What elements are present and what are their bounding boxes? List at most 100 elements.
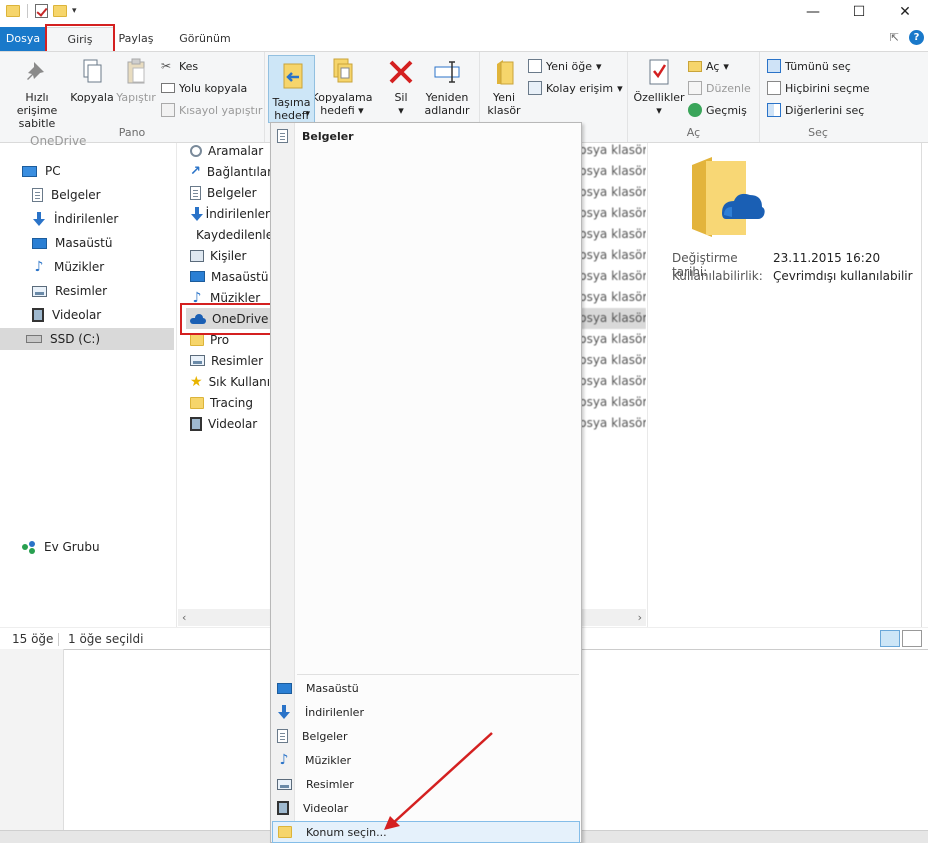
file-type: Dosya klasörü <box>580 143 646 157</box>
scroll-left-icon[interactable]: ‹ <box>182 611 186 624</box>
copy-path-button[interactable]: Yolu kopyala <box>161 79 247 97</box>
details-pane: Değiştirme tarihi: 23.11.2015 16:20 Kull… <box>647 143 921 627</box>
vertical-scrollbar[interactable] <box>921 143 928 628</box>
new-folder-icon[interactable] <box>53 5 67 17</box>
nav-desktop-label: Masaüstü <box>55 236 113 250</box>
list-item[interactable]: Aramalar <box>186 143 270 161</box>
window-controls: — ☐ ✕ <box>790 0 928 24</box>
list-item[interactable]: Resimler <box>186 350 270 371</box>
menu-item-desktop[interactable]: Masaüstü <box>272 677 580 699</box>
select-all-button[interactable]: Tümünü seç <box>767 57 851 75</box>
pin-quick-access-button[interactable]: Hızlı erişime sabitle <box>4 56 70 130</box>
nav-item-documents[interactable]: Belgeler <box>32 184 101 206</box>
folder-icon <box>6 5 20 17</box>
menu-videos-label: Videolar <box>303 801 349 815</box>
menu-item-recent-documents[interactable]: Belgeler <box>272 125 580 147</box>
copy-to-icon <box>327 56 357 88</box>
downloads-icon <box>190 206 203 221</box>
close-button[interactable]: ✕ <box>882 0 928 24</box>
properties-button[interactable]: Özellikler ▾ <box>632 56 686 117</box>
copy-icon <box>77 56 107 88</box>
maximize-button[interactable]: ☐ <box>836 0 882 24</box>
new-folder-label: Yeni klasör <box>487 91 521 117</box>
file-name: Masaüstü <box>211 269 269 284</box>
nav-item-downloads[interactable]: İndirilenler <box>32 208 118 230</box>
minimize-button[interactable]: — <box>790 0 836 24</box>
desktop-icon <box>190 271 205 282</box>
menu-documents-label: Belgeler <box>302 729 348 743</box>
links-icon: ↗ <box>190 163 201 179</box>
menu-item-videos[interactable]: Videolar <box>272 797 580 819</box>
new-item-button[interactable]: Yeni öğe ▾ <box>528 57 602 75</box>
nav-item-partial[interactable]: OneDrive <box>30 133 86 149</box>
select-all-label: Tümünü seç <box>785 59 851 73</box>
list-item[interactable]: Belgeler <box>186 182 270 203</box>
documents-icon <box>277 129 288 143</box>
onedrive-folder-icon <box>688 157 766 237</box>
properties-label: Özellikler <box>633 91 685 104</box>
list-item[interactable]: Kişiler <box>186 245 270 266</box>
rename-label: Yeniden adlandır <box>424 91 470 117</box>
history-button[interactable]: Geçmiş <box>688 101 747 119</box>
easy-access-button[interactable]: Kolay erişim ▾ <box>528 79 623 97</box>
invert-selection-icon <box>767 103 781 117</box>
ribbon-group-open: Özellikler ▾ Aç ▾ Düzenle Geçmiş Aç <box>628 52 760 142</box>
type-column: Dosya klasörü Dosya klasörü Dosya klasör… <box>580 143 646 443</box>
edit-button[interactable]: Düzenle <box>688 79 751 97</box>
paste-button[interactable]: Yapıştır <box>114 56 158 104</box>
status-separator <box>58 633 59 646</box>
invert-selection-label: Diğerlerini seç <box>785 103 865 117</box>
nav-item-videos[interactable]: Videolar <box>32 304 101 326</box>
properties-icon[interactable] <box>35 4 48 18</box>
list-item[interactable]: ★ Sık Kullanılanlar <box>186 371 270 392</box>
tab-share[interactable]: Paylaş <box>114 27 158 51</box>
tab-file[interactable]: Dosya <box>0 27 46 51</box>
nav-item-pictures[interactable]: Resimler <box>32 280 107 302</box>
list-item[interactable]: İndirilenler <box>186 203 270 224</box>
rename-button[interactable]: Yeniden adlandır <box>423 56 471 117</box>
copy-path-label: Yolu kopyala <box>179 81 248 95</box>
customize-toolbar-button[interactable]: ▾ <box>72 6 77 16</box>
menu-item-music[interactable]: ♪ Müzikler <box>272 749 580 771</box>
list-item[interactable]: ↗ Bağlantılar <box>186 161 270 182</box>
invert-selection-button[interactable]: Diğerlerini seç <box>767 101 864 119</box>
nav-item-pc[interactable]: PC <box>22 160 61 182</box>
menu-music-label: Müzikler <box>305 753 352 767</box>
select-none-button[interactable]: Hiçbirini seçme <box>767 79 870 97</box>
file-name: Kişiler <box>210 248 247 263</box>
favorites-icon: ★ <box>190 373 203 390</box>
list-item[interactable]: Kaydedilenler <box>186 224 270 245</box>
new-folder-button[interactable]: Yeni klasör <box>486 56 522 117</box>
nav-item-music[interactable]: ♪ Müzikler <box>32 256 105 278</box>
delete-button[interactable]: Sil ▾ <box>383 56 419 117</box>
list-item[interactable]: Tracing <box>186 392 270 413</box>
move-to-button[interactable]: Taşıma hedefi ▾ <box>268 55 315 123</box>
open-button[interactable]: Aç ▾ <box>688 57 729 75</box>
help-icon[interactable]: ? <box>909 30 924 45</box>
pin-ribbon-icon[interactable]: ⇱ <box>890 31 899 44</box>
new-item-label: Yeni öğe <box>546 59 593 73</box>
videos-icon <box>277 801 289 815</box>
copy-to-button[interactable]: Kopyalama hedefi ▾ <box>311 56 373 117</box>
list-item[interactable]: Videolar <box>186 413 270 434</box>
details-view-icon[interactable] <box>880 630 900 647</box>
large-icons-view-icon[interactable] <box>902 630 922 647</box>
list-item[interactable]: Masaüstü <box>186 266 270 287</box>
cut-button[interactable]: ✂ Kes <box>161 57 198 75</box>
menu-item-choose-location[interactable]: Konum seçin... <box>272 821 580 843</box>
nav-item-drive-c[interactable]: SSD (C:) <box>0 328 174 350</box>
nav-homegroup-label: Ev Grubu <box>44 540 100 554</box>
downloads-icon <box>277 705 291 719</box>
menu-item-downloads[interactable]: İndirilenler <box>272 701 580 723</box>
paste-shortcut-button[interactable]: Kısayol yapıştır <box>161 101 262 119</box>
file-name: Resimler <box>211 353 264 368</box>
nav-item-homegroup[interactable]: Ev Grubu <box>22 536 100 558</box>
menu-item-pictures[interactable]: Resimler <box>272 773 580 795</box>
menu-item-documents[interactable]: Belgeler <box>272 725 580 747</box>
homegroup-icon <box>22 541 36 553</box>
scroll-right-icon[interactable]: › <box>638 611 642 624</box>
tab-view[interactable]: Görünüm <box>172 27 238 51</box>
file-name: Kaydedilenler <box>196 227 270 242</box>
nav-item-desktop[interactable]: Masaüstü <box>32 232 112 254</box>
copy-button[interactable]: Kopyala <box>70 56 114 104</box>
